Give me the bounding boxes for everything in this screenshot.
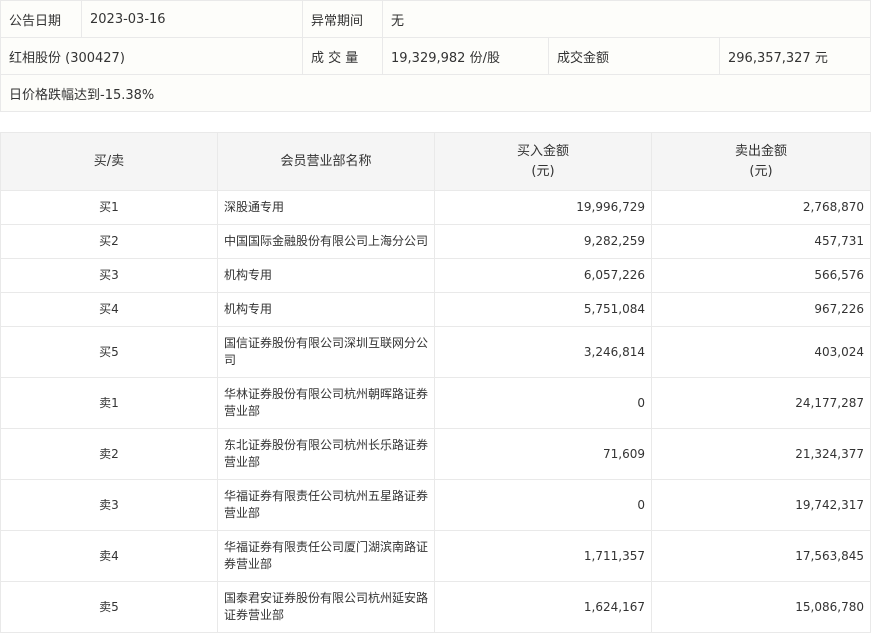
cell-name: 东北证券股份有限公司杭州长乐路证券营业部 (217, 428, 435, 480)
table-row: 买1 深股通专用 19,996,729 2,768,870 (0, 190, 871, 225)
table-row: 卖5 国泰君安证券股份有限公司杭州延安路证券营业部 1,624,167 15,086,… (0, 581, 871, 633)
cell-sell: 566,576 (651, 258, 871, 293)
cell-name: 机构专用 (217, 258, 435, 293)
cell-name: 中国国际金融股份有限公司上海分公司 (217, 224, 435, 259)
date-label: 公告日期 (0, 0, 82, 38)
cell-name: 华林证券股份有限公司杭州朝晖路证券营业部 (217, 377, 435, 429)
cell-side: 卖3 (0, 479, 218, 531)
stock-name: 红相股份 (300427) (0, 37, 303, 75)
cell-sell: 24,177,287 (651, 377, 871, 429)
cell-name: 深股通专用 (217, 190, 435, 225)
table-row: 卖3 华福证券有限责任公司杭州五星路证券营业部 0 19,742,317 (0, 479, 871, 531)
header-name: 会员营业部名称 (217, 132, 435, 191)
table-row: 买4 机构专用 5,751,084 967,226 (0, 292, 871, 327)
table-row: 买3 机构专用 6,057,226 566,576 (0, 258, 871, 293)
cell-buy: 71,609 (434, 428, 652, 480)
header-side: 买/卖 (0, 132, 218, 191)
cell-side: 买4 (0, 292, 218, 327)
broker-table: 买/卖 会员营业部名称 买入金额 (元) 卖出金额 (元) 买1 深股通专用 19,99… (0, 132, 871, 633)
cell-sell: 403,024 (651, 326, 871, 378)
cell-name: 机构专用 (217, 292, 435, 327)
cell-name: 华福证券有限责任公司杭州五星路证券营业部 (217, 479, 435, 531)
cell-name: 国信证券股份有限公司深圳互联网分公司 (217, 326, 435, 378)
period-label: 异常期间 (302, 0, 383, 38)
cell-sell: 2,768,870 (651, 190, 871, 225)
header-sell: 卖出金额 (元) (651, 132, 871, 191)
cell-side: 卖4 (0, 530, 218, 582)
cell-buy: 19,996,729 (434, 190, 652, 225)
cell-buy: 1,624,167 (434, 581, 652, 633)
cell-side: 买1 (0, 190, 218, 225)
table-row: 买2 中国国际金融股份有限公司上海分公司 9,282,259 457,731 (0, 224, 871, 259)
cell-buy: 6,057,226 (434, 258, 652, 293)
cell-buy: 1,711,357 (434, 530, 652, 582)
reason: 日价格跌幅达到-15.38% (0, 74, 871, 112)
cell-side: 买5 (0, 326, 218, 378)
cell-side: 买3 (0, 258, 218, 293)
date-value: 2023-03-16 (81, 0, 303, 38)
cell-buy: 0 (434, 377, 652, 429)
table-row: 卖1 华林证券股份有限公司杭州朝晖路证券营业部 0 24,177,287 (0, 377, 871, 429)
cell-name: 国泰君安证券股份有限公司杭州延安路证券营业部 (217, 581, 435, 633)
cell-side: 卖2 (0, 428, 218, 480)
period-value: 无 (381, 0, 871, 38)
cell-buy: 0 (434, 479, 652, 531)
cell-buy: 3,246,814 (434, 326, 652, 378)
cell-sell: 15,086,780 (651, 581, 871, 633)
cell-sell: 19,742,317 (651, 479, 871, 531)
header-buy: 买入金额 (元) (434, 132, 652, 191)
cell-buy: 5,751,084 (434, 292, 652, 327)
table-row: 买5 国信证券股份有限公司深圳互联网分公司 3,246,814 403,024 (0, 326, 871, 378)
cell-side: 买2 (0, 224, 218, 259)
amount-value: 296,357,327 元 (718, 37, 871, 75)
stock-info-table: 公告日期 2023-03-16 异常期间 无 红相股份 (300427) 成 交… (0, 0, 871, 112)
cell-sell: 17,563,845 (651, 530, 871, 582)
cell-sell: 457,731 (651, 224, 871, 259)
cell-buy: 9,282,259 (434, 224, 652, 259)
amount-label: 成交金额 (548, 37, 720, 75)
volume-label: 成 交 量 (302, 37, 383, 75)
volume-value: 19,329,982 份/股 (382, 37, 549, 75)
cell-sell: 967,226 (651, 292, 871, 327)
cell-side: 卖1 (0, 377, 218, 429)
table-row: 卖4 华福证券有限责任公司厦门湖滨南路证券营业部 1,711,357 17,563,8… (0, 530, 871, 582)
table-row: 卖2 东北证券股份有限公司杭州长乐路证券营业部 71,609 21,324,377 (0, 428, 871, 480)
cell-side: 卖5 (0, 581, 218, 633)
cell-sell: 21,324,377 (651, 428, 871, 480)
cell-name: 华福证券有限责任公司厦门湖滨南路证券营业部 (217, 530, 435, 582)
